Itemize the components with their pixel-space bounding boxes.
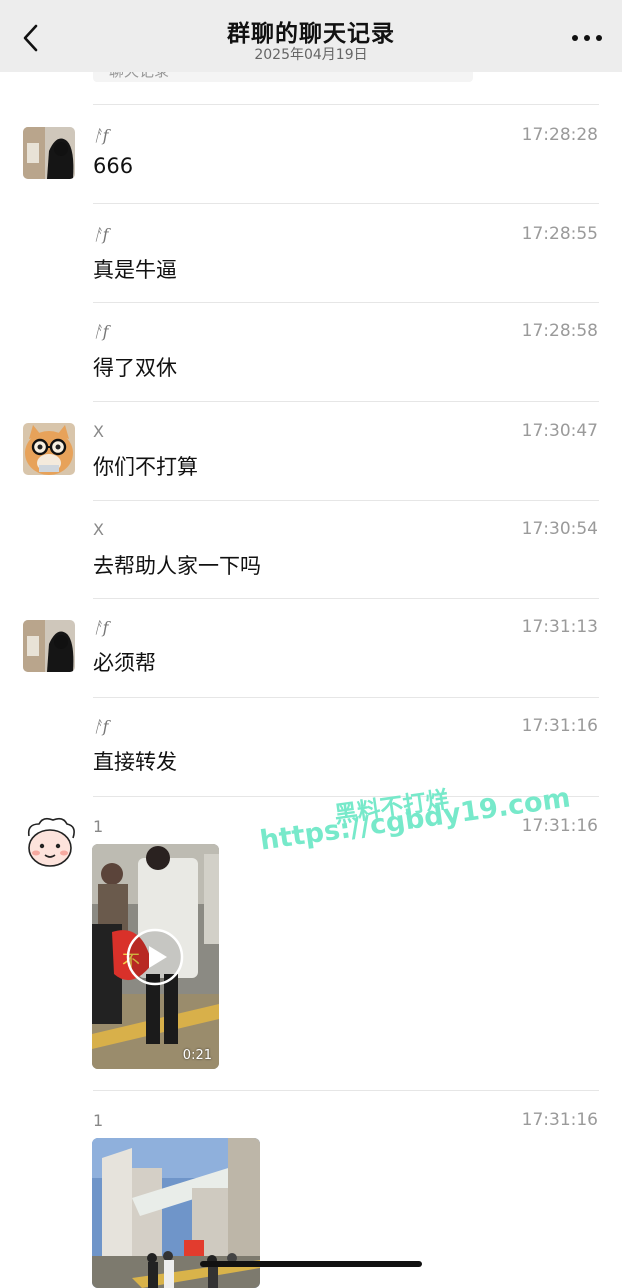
video-thumbnail[interactable]: 不 0:21 <box>92 844 219 1069</box>
hooded-person-avatar-icon <box>23 127 75 179</box>
avatar[interactable] <box>23 127 75 179</box>
sender-name: ᚨf <box>93 717 109 736</box>
home-indicator <box>200 1261 422 1267</box>
sender-name: X <box>93 422 104 441</box>
message-time: 17:28:55 <box>521 224 598 244</box>
message-text: 直接转发 <box>93 750 177 774</box>
more-button[interactable] <box>570 26 604 50</box>
page-title: 群聊的聊天记录 <box>227 21 395 47</box>
page-subtitle-date: 2025年04月19日 <box>254 47 368 63</box>
message-text: 必须帮 <box>93 651 156 675</box>
message-time: 17:28:28 <box>521 125 598 145</box>
sender-name: 1 <box>93 817 104 836</box>
message-time: 17:28:58 <box>521 321 598 341</box>
message-item[interactable]: ᚨf 17:31:16 直接转发 <box>0 697 622 796</box>
message-item[interactable]: ᚨf 17:28:58 得了双休 <box>0 302 622 401</box>
sender-name: ᚨf <box>93 322 109 341</box>
message-time: 17:30:47 <box>521 421 598 441</box>
message-time: 17:30:54 <box>521 519 598 539</box>
more-dots-icon <box>572 35 602 41</box>
cat-with-glasses-avatar-icon <box>23 423 75 475</box>
play-icon[interactable] <box>126 928 184 986</box>
message-item[interactable]: ᚨf 17:31:13 必须帮 <box>0 598 622 697</box>
sender-name: ᚨf <box>93 225 109 244</box>
message-item[interactable]: ᚨf 17:28:55 真是牛逼 <box>0 203 622 302</box>
message-item[interactable]: ᚨf 17:28:28 666 <box>0 104 622 204</box>
avatar[interactable] <box>23 620 75 672</box>
message-time: 17:31:16 <box>521 816 598 836</box>
message-text: 得了双休 <box>93 356 177 380</box>
message-item[interactable]: 1 17:31:16 <box>0 1090 622 1288</box>
sender-name: ᚨf <box>93 126 109 145</box>
avatar[interactable] <box>23 423 75 475</box>
message-text: 真是牛逼 <box>93 258 177 282</box>
message-item[interactable]: X 17:30:47 你们不打算 <box>0 401 622 500</box>
sender-name: X <box>93 520 104 539</box>
sender-name: ᚨf <box>93 618 109 637</box>
message-text: 你们不打算 <box>93 455 198 479</box>
message-time: 17:31:16 <box>521 716 598 736</box>
avatar[interactable] <box>23 816 77 870</box>
message-text: 去帮助人家一下吗 <box>93 554 261 578</box>
nav-header: 群聊的聊天记录 2025年04月19日 <box>0 0 622 72</box>
hooded-person-avatar-icon <box>23 620 75 672</box>
message-text: 666 <box>93 154 134 178</box>
cartoon-face-avatar-icon <box>23 816 77 870</box>
sender-name: 1 <box>93 1111 104 1130</box>
video-duration: 0:21 <box>182 1048 212 1063</box>
message-time: 17:31:13 <box>521 617 598 637</box>
message-item[interactable]: X 17:30:54 去帮助人家一下吗 <box>0 500 622 598</box>
message-time: 17:31:16 <box>521 1110 598 1130</box>
